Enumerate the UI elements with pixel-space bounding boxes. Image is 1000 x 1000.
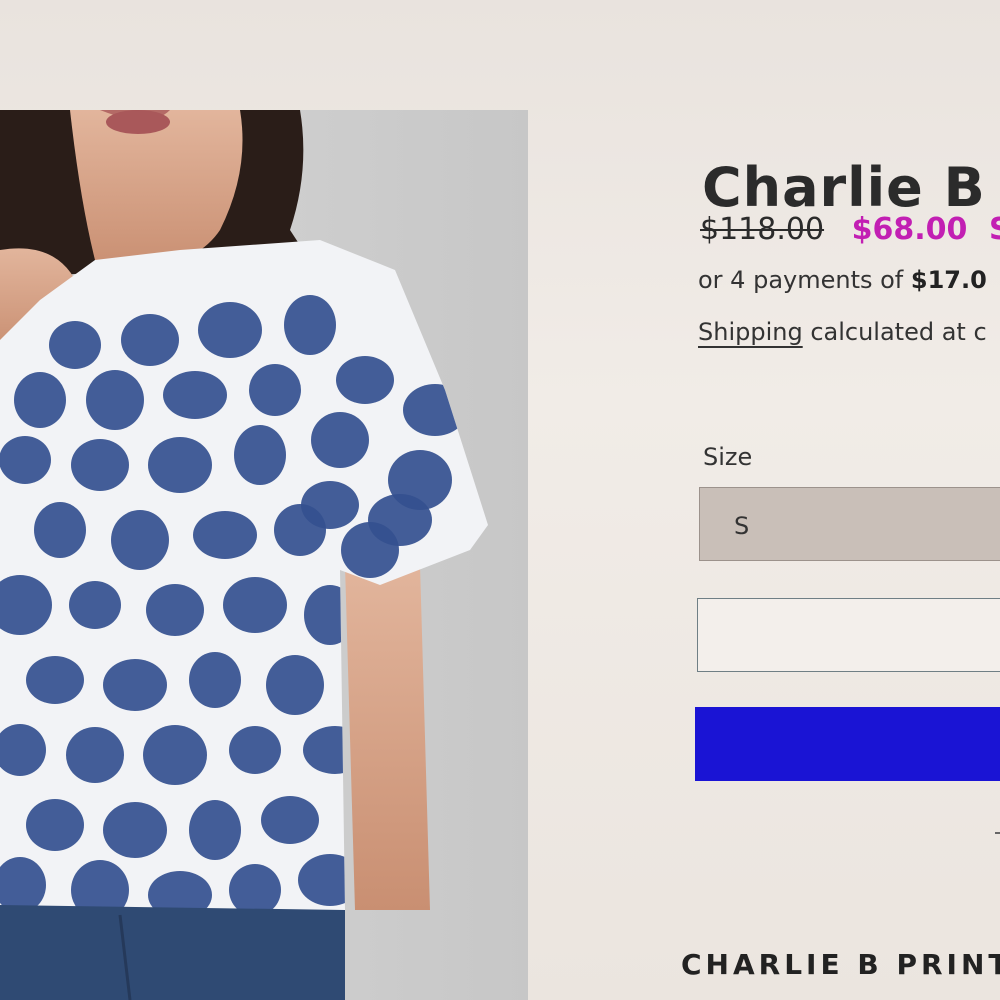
installment-amount: $17.0 <box>910 266 987 294</box>
quantity-field[interactable] <box>697 598 1000 672</box>
brand-heading: CHARLIE B PRINT <box>681 948 1000 982</box>
installments-prefix: or 4 payments of <box>698 266 911 294</box>
product-info: Charlie B $118.00 $68.00 Sa or 4 payment… <box>0 0 1000 1000</box>
add-to-cart-button[interactable] <box>695 707 1000 781</box>
size-label: Size <box>703 443 753 471</box>
size-select[interactable]: S <box>699 487 1000 561</box>
shipping-link[interactable]: Shipping <box>698 318 803 346</box>
size-select-value: S <box>734 512 750 540</box>
installments-text: or 4 payments of $17.0 <box>698 266 987 294</box>
sale-badge: Sa <box>988 212 1000 247</box>
product-title: Charlie B <box>702 156 986 220</box>
price-row: $118.00 $68.00 Sa <box>700 212 1000 247</box>
sale-price: $68.00 <box>851 212 968 247</box>
shipping-suffix: calculated at c <box>802 318 987 346</box>
compare-at-price: $118.00 <box>700 212 825 247</box>
shipping-text: Shipping calculated at c <box>698 318 987 346</box>
screen-backdrop: Charlie B $118.00 $68.00 Sa or 4 payment… <box>0 0 1000 1000</box>
more-payment-options-link[interactable] <box>995 818 1000 834</box>
